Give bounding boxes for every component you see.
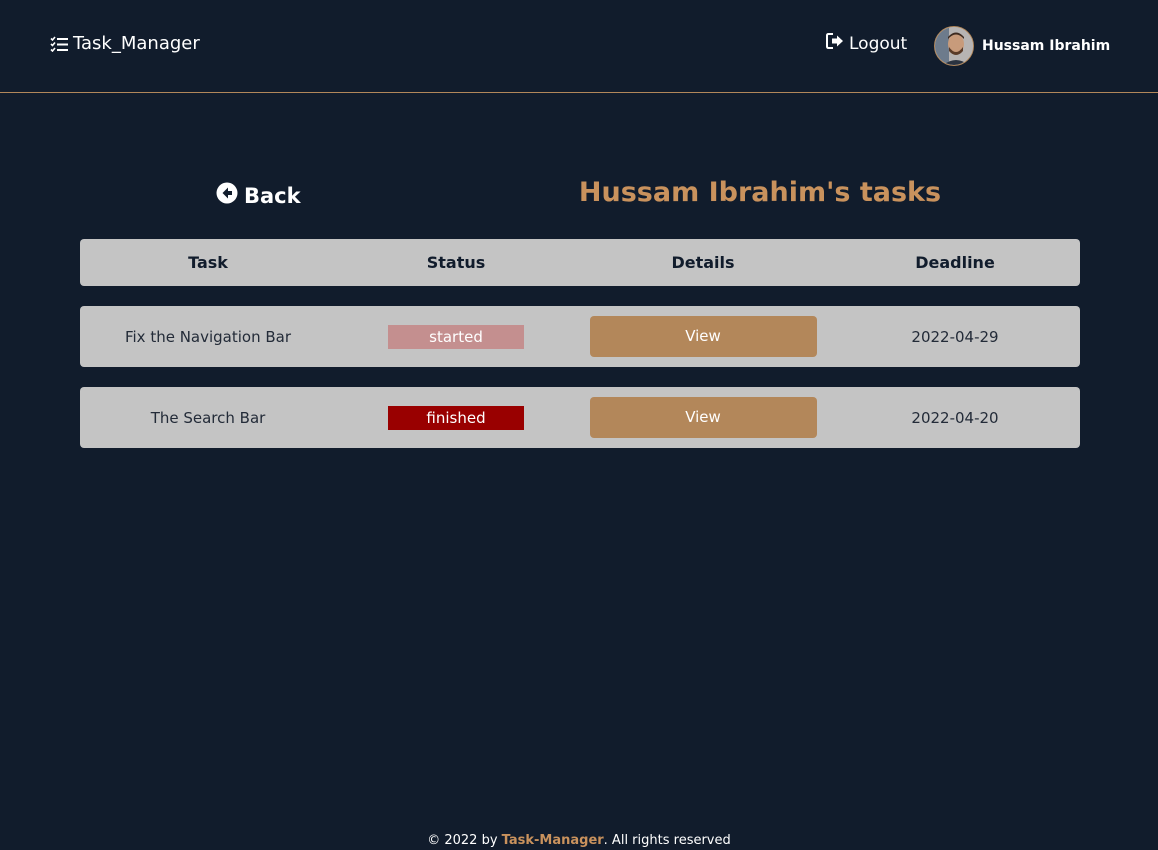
details-cell: View	[576, 397, 830, 438]
view-button[interactable]: View	[589, 397, 817, 438]
deadline: 2022-04-20	[911, 408, 999, 427]
status-badge: started	[388, 324, 524, 349]
arrow-left-circle-icon	[216, 182, 238, 209]
avatar	[934, 26, 974, 66]
back-label: Back	[244, 183, 301, 208]
page-title: Hussam Ibrahim's tasks	[578, 177, 942, 208]
task-name: The Search Bar	[150, 408, 266, 427]
footer-rights: . All rights reserved	[603, 833, 731, 848]
back-button[interactable]: Back	[216, 182, 301, 209]
logout-label: Logout	[849, 33, 908, 54]
checklist-icon	[50, 35, 69, 52]
logout-link[interactable]: Logout	[826, 33, 907, 54]
footer-copyright: © 2022 by	[427, 833, 502, 848]
status-badge: finished	[388, 405, 524, 430]
top-navbar: Task_Manager Logout Hussam Ibrahim	[0, 0, 1158, 93]
user-name: Hussam Ibrahim	[982, 38, 1111, 54]
logout-icon	[826, 33, 844, 54]
brand-name: Task_Manager	[73, 33, 200, 54]
table-row: Fix the Navigation Bar started View 2022…	[80, 306, 1080, 367]
table-header: Task Status Details Deadline	[80, 239, 1080, 286]
footer: © 2022 by Task-Manager. All rights reser…	[0, 833, 1158, 848]
column-header-status: Status	[426, 253, 486, 272]
column-header-details: Details	[671, 253, 735, 272]
details-cell: View	[576, 316, 830, 357]
status-cell: finished	[336, 405, 576, 430]
deadline: 2022-04-29	[911, 327, 999, 346]
status-cell: started	[336, 324, 576, 349]
view-button[interactable]: View	[589, 316, 817, 357]
user-profile[interactable]: Hussam Ibrahim	[934, 26, 1110, 66]
brand-link[interactable]: Task_Manager	[50, 33, 200, 54]
task-name: Fix the Navigation Bar	[124, 327, 292, 346]
footer-brand-link[interactable]: Task-Manager	[502, 833, 604, 848]
page: Task_Manager Logout Hussam Ibrahim Back …	[0, 0, 1158, 850]
column-header-deadline: Deadline	[915, 253, 995, 272]
table-row: The Search Bar finished View 2022-04-20	[80, 387, 1080, 448]
column-header-task: Task	[188, 253, 228, 272]
